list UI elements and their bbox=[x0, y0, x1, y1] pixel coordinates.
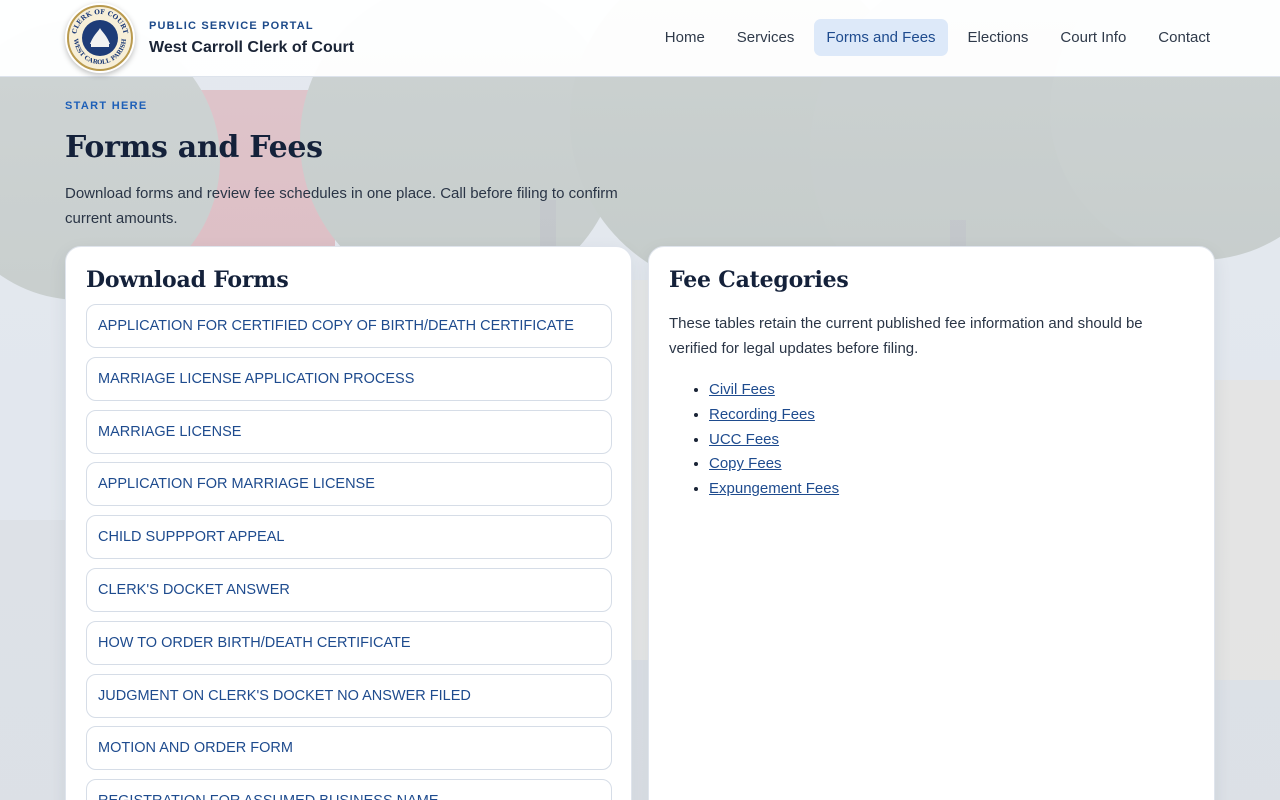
form-link-motion-and-order[interactable]: MOTION AND ORDER FORM bbox=[86, 726, 612, 771]
list-item: Recording Fees bbox=[709, 403, 1214, 428]
form-link-marriage-license[interactable]: MARRIAGE LICENSE bbox=[86, 409, 612, 454]
list-item: UCC Fees bbox=[709, 428, 1214, 453]
nav-contact[interactable]: Contact bbox=[1146, 19, 1222, 56]
fee-link-civil[interactable]: Civil Fees bbox=[709, 381, 775, 398]
fee-categories-title: Fee Categories bbox=[669, 267, 849, 293]
fee-link-expungement[interactable]: Expungement Fees bbox=[709, 480, 839, 497]
form-link-assumed-business-name[interactable]: REGISTRATION FOR ASSUMED BUSINESS NAME bbox=[86, 779, 612, 800]
page-intro: START HERE Forms and Fees Download forms… bbox=[65, 100, 665, 231]
nav-elections[interactable]: Elections bbox=[956, 19, 1041, 56]
form-link-clerks-docket-answer[interactable]: CLERK'S DOCKET ANSWER bbox=[86, 567, 612, 612]
download-forms-card: Download Forms APPLICATION FOR CERTIFIED… bbox=[65, 246, 632, 800]
fee-categories-card: Fee Categories These tables retain the c… bbox=[648, 246, 1215, 800]
nav-services[interactable]: Services bbox=[725, 19, 807, 56]
site-name[interactable]: West Carroll Clerk of Court bbox=[149, 39, 354, 57]
nav-forms-and-fees[interactable]: Forms and Fees bbox=[814, 19, 948, 56]
form-link-judgment-no-answer[interactable]: JUDGMENT ON CLERK'S DOCKET NO ANSWER FIL… bbox=[86, 673, 612, 718]
form-link-application-for-marriage-license[interactable]: APPLICATION FOR MARRIAGE LICENSE bbox=[86, 462, 612, 507]
fee-categories-list: Civil Fees Recording Fees UCC Fees Copy … bbox=[689, 378, 1214, 502]
clerk-seal-logo: CLERK OF COURT WEST CAROLL PARISH bbox=[65, 3, 135, 73]
brand[interactable]: CLERK OF COURT WEST CAROLL PARISH PUBLIC… bbox=[65, 3, 354, 73]
site-header: CLERK OF COURT WEST CAROLL PARISH PUBLIC… bbox=[0, 0, 1280, 77]
nav-court-info[interactable]: Court Info bbox=[1048, 19, 1138, 56]
list-item: Copy Fees bbox=[709, 452, 1214, 477]
download-forms-title: Download Forms bbox=[86, 267, 289, 293]
page-title: Forms and Fees bbox=[65, 130, 323, 165]
intro-text: Download forms and review fee schedules … bbox=[65, 185, 618, 227]
form-link-marriage-license-application-process[interactable]: MARRIAGE LICENSE APPLICATION PROCESS bbox=[86, 356, 612, 401]
eyebrow-label: START HERE bbox=[65, 100, 148, 112]
fee-categories-description: These tables retain the current publishe… bbox=[669, 315, 1143, 357]
portal-kicker: PUBLIC SERVICE PORTAL bbox=[149, 19, 314, 32]
form-link-order-birth-death-certificate[interactable]: HOW TO ORDER BIRTH/DEATH CERTIFICATE bbox=[86, 620, 612, 665]
list-item: Expungement Fees bbox=[709, 477, 1214, 502]
form-link-birth-death-certificate-application[interactable]: APPLICATION FOR CERTIFIED COPY OF BIRTH/… bbox=[86, 304, 612, 348]
form-link-child-support-appeal[interactable]: CHILD SUPPPORT APPEAL bbox=[86, 515, 612, 560]
fee-link-copy[interactable]: Copy Fees bbox=[709, 455, 782, 472]
nav-home[interactable]: Home bbox=[653, 19, 717, 56]
list-item: Civil Fees bbox=[709, 378, 1214, 403]
fee-link-recording[interactable]: Recording Fees bbox=[709, 406, 815, 423]
seal-emblem: CLERK OF COURT WEST CAROLL PARISH bbox=[67, 5, 133, 71]
fee-link-ucc[interactable]: UCC Fees bbox=[709, 431, 779, 448]
main-nav: Home Services Forms and Fees Elections C… bbox=[653, 19, 1222, 56]
forms-list: APPLICATION FOR CERTIFIED COPY OF BIRTH/… bbox=[86, 304, 612, 800]
